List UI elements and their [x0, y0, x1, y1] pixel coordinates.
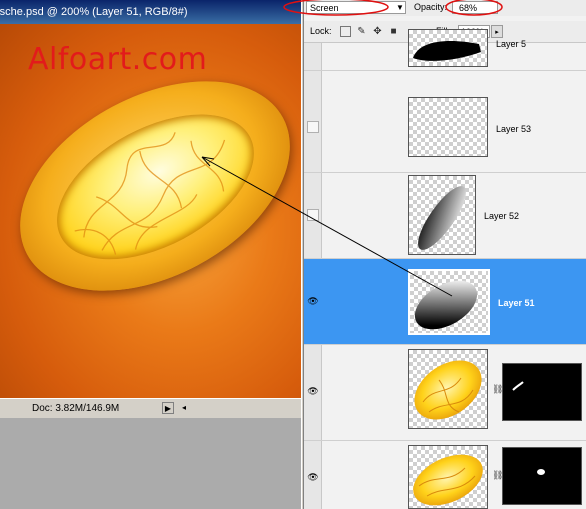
black-blob-thumbnail [413, 40, 481, 61]
lock-all-icon[interactable]: ■ [388, 26, 399, 37]
status-menu-arrow-icon[interactable]: ▶ [162, 402, 174, 414]
layer-thumbnail [408, 175, 476, 255]
chevron-down-icon[interactable]: ▼ [396, 1, 404, 14]
headlight-ring [0, 38, 301, 334]
layer-mask-thumbnail[interactable] [502, 363, 582, 421]
blend-mode-select[interactable]: Screen [306, 1, 406, 14]
layers-list: Layer 5 Layer 53 Layer 52 👁 Layer 51 👁 ⛓… [304, 29, 586, 509]
gradient-ellipse-thumbnail [418, 186, 466, 250]
layer-name: Layer 52 [484, 211, 520, 221]
lock-label: Lock: [310, 26, 332, 36]
layer-name: Layer 5 [496, 39, 527, 49]
mask-stroke-shape [512, 381, 524, 391]
link-icon[interactable]: ⛓ [492, 383, 503, 395]
layer-row[interactable]: Layer 5 [304, 29, 586, 71]
opacity-label: Opacity: [414, 2, 448, 12]
eye-icon[interactable]: 👁 [307, 387, 319, 396]
layer-thumbnail [408, 445, 488, 509]
layer-name: Layer 51 [498, 298, 535, 308]
yellow-ellipse-thumbnail [414, 360, 482, 420]
lock-transparency-icon[interactable] [340, 26, 351, 37]
link-icon[interactable]: ⛓ [492, 469, 503, 481]
radial-ellipse-thumbnail [414, 280, 478, 330]
canvas[interactable]: Alfoart.com [0, 24, 301, 398]
blend-options-row: Screen ▼ Opacity: 68% [304, 0, 586, 16]
layer-row[interactable]: 👁 ⛓ [304, 345, 586, 441]
headlight-lens [33, 84, 278, 290]
workspace-background [0, 420, 301, 509]
lock-pixels-icon[interactable]: ✎ [356, 26, 367, 37]
layer-thumbnail [408, 349, 488, 429]
doc-size-text: Doc: 3.82M/146.9M [32, 403, 120, 414]
layer-row[interactable]: Layer 53 [304, 71, 586, 173]
watermark: Alfoart.com [28, 42, 208, 77]
mask-dot-shape [537, 469, 545, 475]
layer-thumbnail [408, 269, 490, 335]
visibility-toggle[interactable] [307, 121, 319, 133]
layer-thumbnail [408, 97, 488, 157]
layer-thumbnail [408, 29, 488, 67]
layer-name: Layer 53 [496, 124, 532, 134]
eye-icon[interactable]: 👁 [307, 297, 319, 306]
document-title-bar[interactable]: rsche.psd @ 200% (Layer 51, RGB/8#) [0, 0, 301, 24]
layer-row-selected[interactable]: 👁 Layer 51 [304, 259, 586, 345]
document-title: rsche.psd @ 200% (Layer 51, RGB/8#) [0, 6, 188, 18]
lock-position-icon[interactable]: ✥ [372, 26, 383, 37]
lens-texture [74, 132, 226, 255]
layer-row[interactable]: 👁 ⛓ [304, 441, 586, 509]
status-bar: Doc: 3.82M/146.9M ▶ ◂ [0, 398, 301, 418]
yellow-ellipse-thumbnail [413, 454, 483, 506]
fill-arrow-icon[interactable]: ▸ [491, 25, 503, 38]
opacity-field[interactable]: 68% [452, 1, 498, 14]
scroll-left-icon[interactable]: ◂ [178, 402, 190, 414]
layer-row[interactable]: Layer 52 [304, 173, 586, 259]
layers-panel: Screen ▼ Opacity: 68% Lock: ✎ ✥ ■ Fill: … [304, 0, 586, 509]
document-window: rsche.psd @ 200% (Layer 51, RGB/8#) Alfo… [0, 0, 301, 509]
layer-mask-thumbnail[interactable] [502, 447, 582, 505]
visibility-toggle[interactable] [307, 209, 319, 221]
eye-icon[interactable]: 👁 [307, 473, 319, 482]
